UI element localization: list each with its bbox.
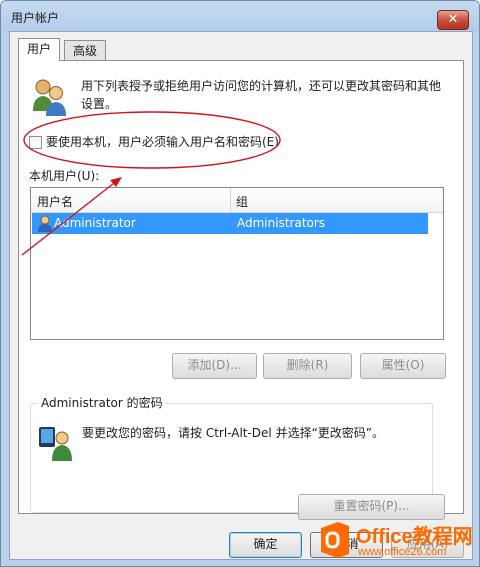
office-logo-icon	[321, 522, 349, 558]
watermark: Office教程网 www.office26.com	[318, 520, 478, 566]
watermark-brand: Office教程网	[356, 526, 473, 548]
annotation-overlay	[21, 111, 281, 256]
highlight-ellipse	[23, 111, 281, 169]
annotation-arrow	[21, 179, 119, 256]
watermark-url: www.office26.com	[358, 546, 447, 558]
tab-users[interactable]: 用户	[18, 38, 61, 61]
